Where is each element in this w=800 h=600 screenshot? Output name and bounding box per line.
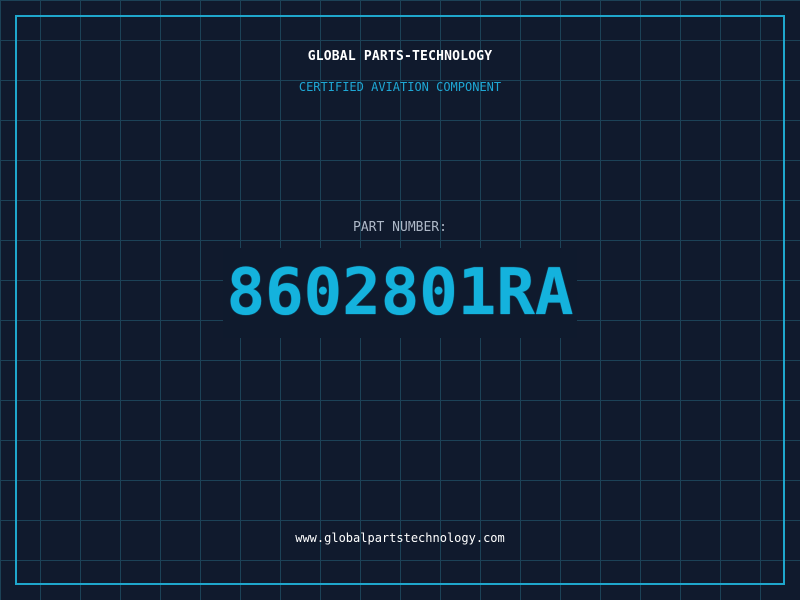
tagline: CERTIFIED AVIATION COMPONENT xyxy=(298,80,502,94)
part-number-label: PART NUMBER: xyxy=(353,220,447,235)
part-number-value: 8602801RA xyxy=(222,248,578,338)
website-url: www.globalpartstechnology.com xyxy=(295,531,505,545)
part-number-container: 8602801RA xyxy=(0,248,800,338)
company-name: GLOBAL PARTS-TECHNOLOGY xyxy=(307,49,493,64)
grid-background: GLOBAL PARTS-TECHNOLOGY CERTIFIED AVIATI… xyxy=(0,0,800,600)
